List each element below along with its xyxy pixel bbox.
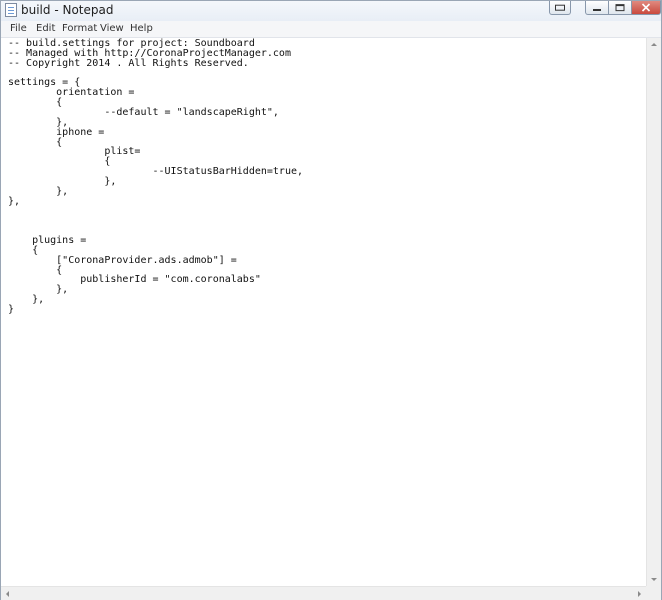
notepad-icon[interactable] (5, 3, 17, 17)
minimize-button[interactable] (585, 1, 609, 15)
size-grip[interactable] (646, 586, 661, 600)
horizontal-scrollbar[interactable] (1, 586, 646, 600)
code-line: }, (8, 195, 21, 207)
snap-button[interactable] (549, 1, 571, 15)
close-icon (641, 2, 651, 12)
title-bar[interactable]: build - Notepad (1, 1, 661, 21)
scroll-up-icon[interactable] (651, 43, 657, 46)
menu-format[interactable]: Format (62, 23, 97, 34)
menu-view[interactable]: View (100, 23, 124, 34)
minimize-icon (593, 8, 601, 11)
menu-bar: File Edit Format View Help (1, 21, 661, 38)
maximize-button[interactable] (608, 1, 632, 15)
menu-edit[interactable]: Edit (36, 23, 55, 34)
notepad-window: build - Notepad File Edit Format View He… (0, 0, 662, 600)
code-line: -- Copyright 2014 . All Rights Reserved. (8, 57, 249, 69)
scroll-down-icon[interactable] (651, 578, 657, 581)
close-button[interactable] (631, 1, 661, 15)
scroll-left-icon[interactable] (6, 591, 9, 597)
scroll-right-icon[interactable] (638, 591, 641, 597)
menu-file[interactable]: File (10, 23, 27, 34)
maximize-icon (615, 3, 625, 11)
snap-icon (555, 4, 565, 11)
menu-help[interactable]: Help (130, 23, 153, 34)
vertical-scrollbar[interactable] (646, 38, 661, 586)
window-title: build - Notepad (21, 3, 114, 17)
code-line: } (8, 303, 15, 315)
text-editor[interactable]: -- build.settings for project: Soundboar… (1, 38, 645, 586)
